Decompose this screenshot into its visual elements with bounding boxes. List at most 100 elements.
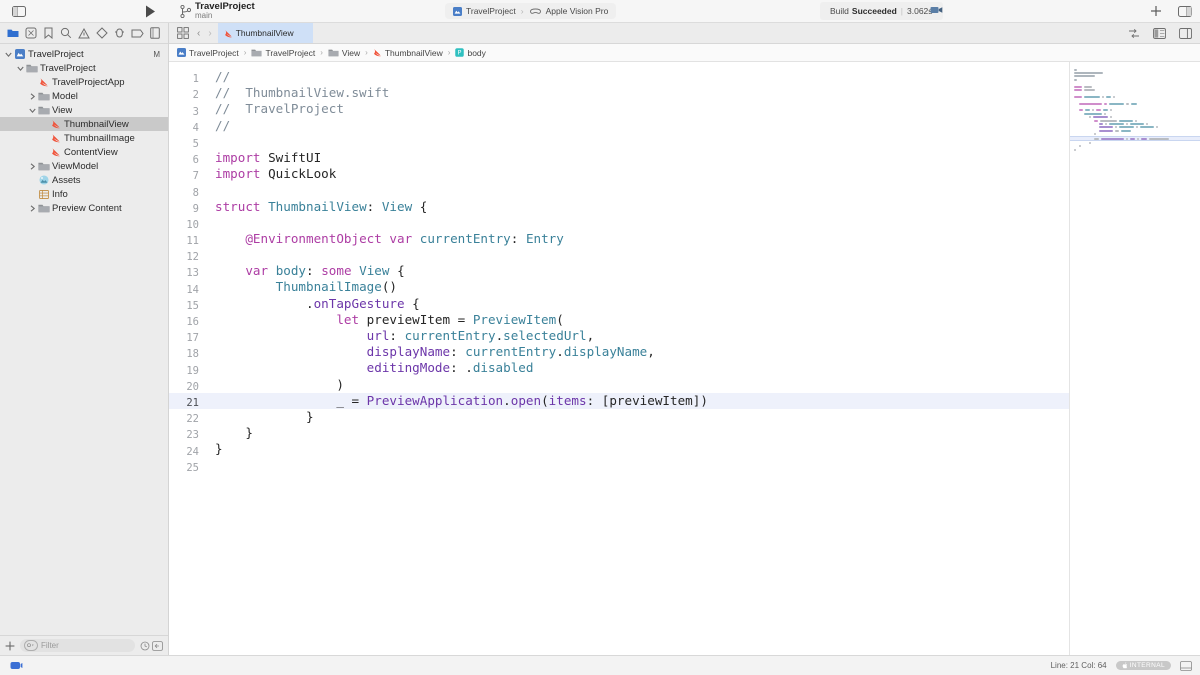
code-line[interactable]: 20 ) — [169, 377, 1069, 393]
code-line[interactable]: 25 — [169, 458, 1069, 474]
code-line[interactable]: 24} — [169, 441, 1069, 457]
code-line[interactable]: 16 let previewItem = PreviewItem( — [169, 312, 1069, 328]
destination-selector[interactable]: TravelProject › Apple Vision Pro — [445, 3, 616, 19]
project-navigator-tree[interactable]: TravelProjectM TravelProject TravelProje… — [0, 44, 168, 635]
navigator-item-travelprojectapp[interactable]: TravelProjectApp — [0, 75, 168, 89]
navigate-forward-button[interactable]: › — [208, 28, 211, 39]
scheme-selector[interactable]: TravelProject main — [180, 1, 255, 21]
code-line[interactable]: 13 var body: some View { — [169, 263, 1069, 279]
code-line[interactable]: 22 } — [169, 409, 1069, 425]
code-line[interactable]: 9struct ThumbnailView: View { — [169, 199, 1069, 215]
code-line[interactable]: 8 — [169, 182, 1069, 198]
source-control-filter-icon[interactable] — [152, 641, 163, 651]
adjust-editor-icon[interactable] — [1128, 28, 1140, 39]
breadcrumb[interactable]: TravelProject› TravelProject› View› Thum… — [169, 44, 1200, 62]
code-line[interactable]: 21 _ = PreviewApplication.open(items: [p… — [169, 393, 1069, 409]
toggle-navigator-button[interactable] — [4, 6, 34, 17]
swift-file-icon — [49, 133, 62, 143]
chevron-down-icon[interactable] — [4, 51, 13, 58]
minimap-token — [1109, 123, 1124, 125]
run-button[interactable] — [141, 3, 159, 19]
minimap-token — [1099, 123, 1103, 125]
xcode-window: TravelProject main TravelProject › Apple… — [0, 0, 1200, 675]
navigator-item-assets[interactable]: Assets — [0, 173, 168, 187]
recent-filter-icon[interactable] — [140, 641, 150, 651]
navigator-item-travelproject[interactable]: TravelProjectM — [0, 47, 168, 61]
navigator-tab-debug[interactable] — [111, 25, 128, 41]
code-line[interactable]: 7import QuickLook — [169, 166, 1069, 182]
navigator-item-view[interactable]: View — [0, 103, 168, 117]
code-line[interactable]: 4// — [169, 118, 1069, 134]
code-line[interactable]: 19 editingMode: .disabled — [169, 360, 1069, 376]
code-line[interactable]: 1// — [169, 69, 1069, 85]
navigator-tab-breakpoints[interactable] — [129, 25, 146, 41]
assets-icon — [37, 175, 50, 185]
plist-icon — [37, 190, 50, 199]
breadcrumb-item-travelproject[interactable]: TravelProject — [177, 48, 239, 58]
navigator-tab-bookmarks[interactable] — [40, 25, 57, 41]
code-line[interactable]: 2// ThumbnailView.swift — [169, 85, 1069, 101]
code-line[interactable]: 3// TravelProject — [169, 101, 1069, 117]
folder-icon — [251, 48, 262, 57]
navigator-item-travelproject[interactable]: TravelProject — [0, 61, 168, 75]
minimap-token — [1113, 96, 1115, 98]
code-line[interactable]: 11 @EnvironmentObject var currentEntry: … — [169, 231, 1069, 247]
play-icon — [145, 5, 156, 18]
minimap-token — [1115, 130, 1119, 132]
navigator-item-contentview[interactable]: ContentView — [0, 145, 168, 159]
editor-minimap[interactable] — [1069, 62, 1200, 655]
code-line[interactable]: 18 displayName: currentEntry.displayName… — [169, 344, 1069, 360]
chevron-down-icon[interactable] — [16, 65, 25, 72]
editor-tab-thumbnailview[interactable]: ThumbnailView — [218, 23, 313, 43]
navigator-item-preview-content[interactable]: Preview Content — [0, 201, 168, 215]
breadcrumb-item-travelproject[interactable]: TravelProject — [251, 48, 315, 58]
chevron-down-icon[interactable] — [28, 107, 37, 114]
chevron-right-icon[interactable] — [28, 163, 37, 170]
code-line[interactable]: 10 — [169, 215, 1069, 231]
code-line[interactable]: 5 — [169, 134, 1069, 150]
code-token: SwiftUI — [261, 150, 322, 165]
navigator-tab-tests[interactable] — [93, 25, 110, 41]
navigator-item-thumbnailview[interactable]: ThumbnailView — [0, 117, 168, 131]
navigator-tab-source-control[interactable] — [23, 25, 40, 41]
build-status[interactable]: Build Succeeded | 3.062s — [820, 2, 943, 20]
minimap-token — [1074, 72, 1103, 74]
source-code-editor[interactable]: 1//2// ThumbnailView.swift3// TravelProj… — [169, 62, 1069, 655]
minimap-token — [1121, 130, 1131, 132]
swift-file-icon — [373, 48, 382, 57]
folder-icon — [37, 105, 50, 115]
code-line[interactable]: 6import SwiftUI — [169, 150, 1069, 166]
code-line[interactable]: 15 .onTapGesture { — [169, 296, 1069, 312]
toggle-inspector-button[interactable] — [1178, 6, 1192, 17]
code-token: ThumbnailView — [268, 199, 367, 214]
navigator-item-model[interactable]: Model — [0, 89, 168, 103]
inspector-toggle-icon[interactable] — [1179, 28, 1192, 39]
navigator-item-label: View — [52, 105, 72, 116]
breadcrumb-item-thumbnailview[interactable]: ThumbnailView — [373, 48, 443, 58]
code-line[interactable]: 12 — [169, 247, 1069, 263]
add-button[interactable] — [1150, 5, 1162, 17]
code-line[interactable]: 14 ThumbnailImage() — [169, 279, 1069, 295]
breadcrumb-item-body[interactable]: Pbody — [455, 48, 485, 58]
code-line[interactable]: 23 } — [169, 425, 1069, 441]
navigator-tab-reports[interactable] — [146, 25, 163, 41]
navigator-tab-issues[interactable] — [76, 25, 93, 41]
add-file-button[interactable] — [5, 641, 15, 651]
navigate-back-button[interactable]: ‹ — [197, 28, 200, 39]
video-capture-icon[interactable] — [930, 5, 943, 15]
editor-options-icon[interactable] — [177, 27, 189, 39]
navigator-item-viewmodel[interactable]: ViewModel — [0, 159, 168, 173]
breadcrumb-item-view[interactable]: View — [328, 48, 360, 58]
navigator-tab-project[interactable] — [5, 25, 22, 41]
navigator-item-thumbnailimage[interactable]: ThumbnailImage — [0, 131, 168, 145]
chevron-right-icon[interactable] — [28, 93, 37, 100]
signing-badge[interactable]: INTERNAL — [1116, 661, 1171, 670]
chevron-right-icon[interactable] — [28, 205, 37, 212]
navigator-tab-find[interactable] — [58, 25, 75, 41]
navigator-filter-input[interactable]: Filter — [20, 639, 135, 652]
folder-icon — [38, 203, 50, 213]
navigator-item-info[interactable]: Info — [0, 187, 168, 201]
code-line[interactable]: 17 url: currentEntry.selectedUrl, — [169, 328, 1069, 344]
canvas-toggle-icon[interactable] — [1153, 28, 1166, 39]
minimap-toggle-icon[interactable] — [1180, 661, 1192, 671]
